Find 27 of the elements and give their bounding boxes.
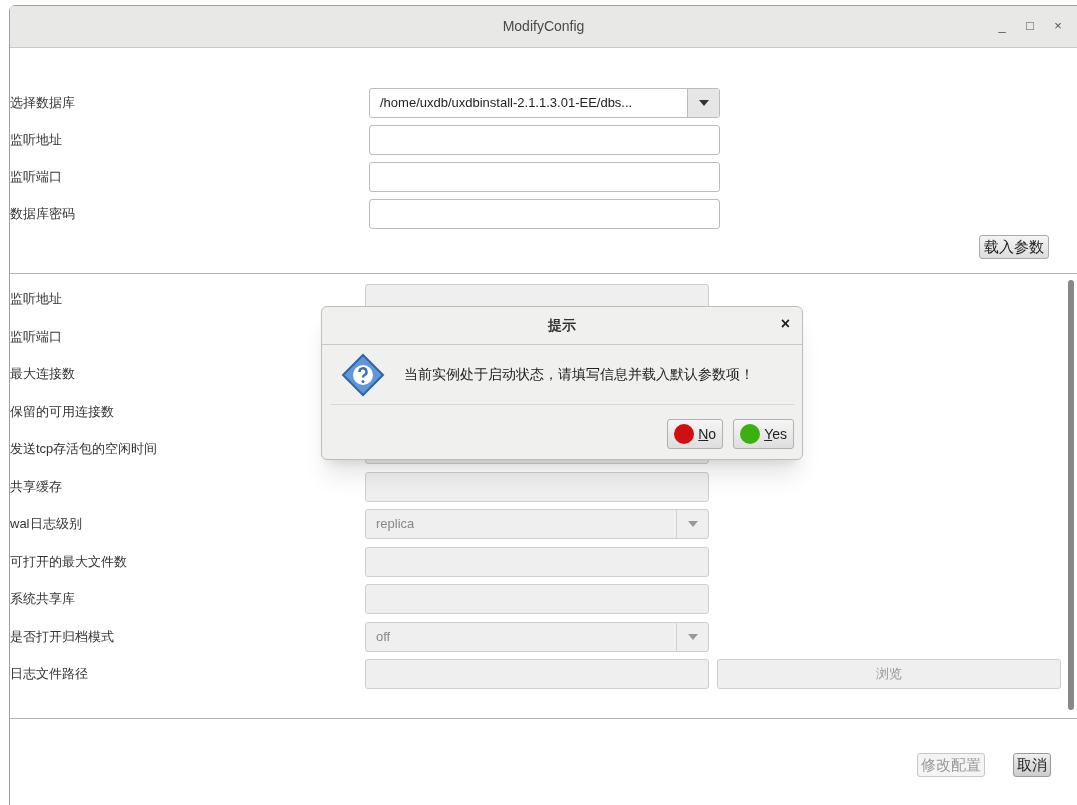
yes-button[interactable]: Yes [733, 419, 794, 449]
field-label: 监听端口 [10, 327, 63, 346]
field-label: 日志文件路径 [10, 665, 89, 684]
dialog-message: 当前实例处于启动状态，请填写信息并载入默认参数项！ [404, 365, 754, 384]
no-button[interactable]: No [667, 419, 724, 449]
field-label: 系统共享库 [10, 590, 76, 609]
load-parameters-button[interactable]: 载入参数 [979, 235, 1049, 259]
dialog-title: 提示 [548, 316, 576, 335]
field-label: 监听端口 [10, 168, 63, 187]
minimize-button[interactable]: _ [995, 16, 1009, 36]
field-label: wal日志级别 [10, 515, 83, 534]
field-label: 监听地址 [10, 290, 63, 309]
field-label: 共享缓存 [10, 477, 63, 496]
field-label: 发送tcp存活包的空闲时间 [10, 440, 159, 459]
field-label: 最大连接数 [10, 365, 76, 384]
maximize-button[interactable]: □ [1023, 16, 1037, 36]
close-button[interactable]: × [780, 316, 790, 332]
field-label: 数据库密码 [10, 205, 76, 224]
field-label: 可打开的最大文件数 [10, 552, 128, 571]
field-label: 监听地址 [10, 131, 63, 150]
field-label: 是否打开归档模式 [10, 627, 115, 646]
close-button[interactable]: × [1051, 16, 1065, 36]
cancel-button[interactable]: 取消 [1013, 753, 1051, 777]
window-title: ModifyConfig [502, 17, 585, 36]
field-label: 保留的可用连接数 [10, 402, 115, 421]
field-label: 选择数据库 [10, 94, 76, 113]
dropdown[interactable]: /home/uxdb/uxdbinstall-2.1.1.3.01-EE/dbs... [369, 88, 720, 118]
